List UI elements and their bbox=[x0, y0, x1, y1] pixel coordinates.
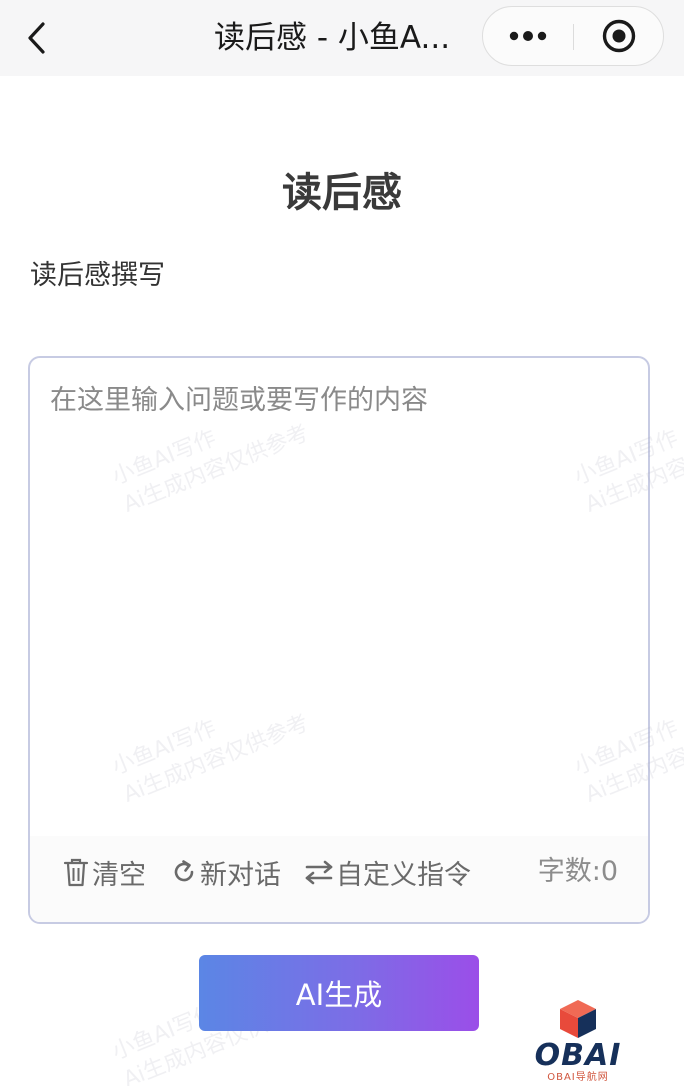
prompt-editor: 清空 新对话 自定义指令 字数:0 bbox=[28, 356, 650, 924]
more-button[interactable] bbox=[483, 7, 573, 65]
page-title: 读后感 bbox=[282, 170, 402, 216]
back-button[interactable] bbox=[18, 18, 54, 58]
char-count: 字数:0 bbox=[537, 856, 618, 887]
prompt-input[interactable] bbox=[50, 378, 630, 818]
close-miniprogram-button[interactable] bbox=[574, 7, 664, 65]
chevron-left-icon bbox=[28, 22, 45, 54]
nav-bar: 读后感 - 小鱼A... bbox=[0, 0, 684, 76]
clear-label: 清空 bbox=[92, 859, 146, 891]
editor-toolbar: 清空 新对话 自定义指令 字数:0 bbox=[30, 836, 648, 922]
new-chat-button[interactable]: 新对话 bbox=[170, 852, 281, 892]
new-chat-label: 新对话 bbox=[200, 859, 281, 891]
custom-instruction-button[interactable]: 自定义指令 bbox=[304, 852, 471, 892]
more-dots-icon bbox=[509, 31, 547, 41]
custom-instruction-label: 自定义指令 bbox=[336, 859, 471, 891]
record-circle-icon bbox=[602, 19, 636, 53]
refresh-icon bbox=[174, 860, 194, 882]
cube-logo-icon bbox=[560, 1000, 596, 1038]
clear-button[interactable]: 清空 bbox=[62, 852, 146, 892]
logo-subtext: OBAI导航网 bbox=[547, 1072, 609, 1083]
page-subtitle: 读后感撰写 bbox=[30, 260, 165, 291]
ai-generate-button[interactable]: AI生成 bbox=[199, 955, 479, 1031]
obai-logo: OBAI OBAI导航网 bbox=[526, 998, 630, 1083]
nav-title: 读后感 - 小鱼A... bbox=[214, 20, 451, 56]
trash-icon bbox=[63, 858, 89, 887]
swap-arrows-icon bbox=[305, 860, 333, 885]
capsule-menu bbox=[482, 6, 664, 66]
